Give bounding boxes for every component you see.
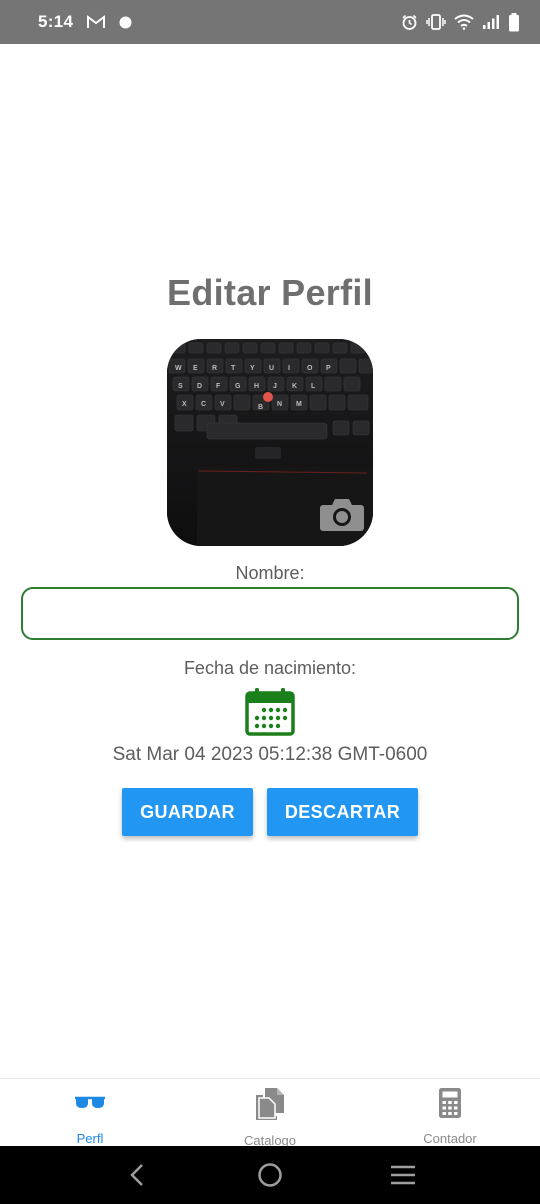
bottom-navigation: Perfl Catalogo Contador <box>0 1078 540 1148</box>
page-title: Editar Perfil <box>167 272 373 313</box>
nav-label-contador: Contador <box>423 1131 477 1146</box>
svg-text:M: M <box>296 401 302 408</box>
birth-date-label: Fecha de nacimiento: <box>183 658 357 678</box>
svg-text:X: X <box>182 401 187 408</box>
status-left: 5:14 <box>38 12 132 32</box>
calendar-icon[interactable] <box>245 688 295 736</box>
system-navigation-bar <box>0 1146 540 1204</box>
vibrate-icon <box>426 14 446 30</box>
discard-button[interactable]: DESCARTAR <box>267 788 418 836</box>
nav-item-contador[interactable]: Contador <box>360 1079 540 1146</box>
back-button[interactable] <box>117 1155 157 1195</box>
notification-dot-icon <box>119 16 132 28</box>
profile-avatar[interactable]: W E R T Y U I O P S D F G H J K L X C V B N M <box>167 339 373 546</box>
nav-item-catalogo[interactable]: Catalogo <box>180 1079 360 1148</box>
name-label: Nombre: <box>235 563 305 583</box>
svg-text:G: G <box>235 383 241 390</box>
name-input[interactable] <box>21 587 519 640</box>
svg-text:W: W <box>175 365 182 372</box>
nav-icon-wrapper <box>74 1087 106 1119</box>
battery-icon <box>509 12 519 31</box>
birth-date-value: Sat Mar 04 2023 05:12:38 GMT-0600 <box>112 744 428 765</box>
status-time: 5:14 <box>38 12 74 31</box>
svg-text:K: K <box>292 383 297 390</box>
svg-text:J: J <box>273 383 277 390</box>
svg-text:P: P <box>326 365 331 372</box>
alarm-icon <box>402 14 417 30</box>
svg-text:T: T <box>231 365 236 372</box>
nav-label-perfil: Perfl <box>76 1131 104 1146</box>
calculator-icon <box>439 1088 461 1118</box>
status-right <box>401 12 520 32</box>
recents-button[interactable] <box>383 1155 423 1195</box>
wifi-icon <box>454 14 474 30</box>
svg-text:F: F <box>216 383 221 390</box>
save-button[interactable]: GUARDAR <box>122 788 253 836</box>
svg-text:I: I <box>288 365 290 372</box>
svg-text:V: V <box>220 401 225 408</box>
camera-icon[interactable] <box>319 496 365 532</box>
nav-item-perfil[interactable]: Perfl <box>0 1079 180 1146</box>
svg-text:L: L <box>311 383 316 390</box>
home-circle-icon <box>258 1163 282 1187</box>
screen: 5:14 Editar Perfil W E R T Y U I O P S D… <box>0 0 540 1204</box>
documents-icon <box>256 1088 284 1120</box>
svg-text:R: R <box>212 365 217 372</box>
svg-text:Y: Y <box>250 365 255 372</box>
svg-text:U: U <box>269 365 274 372</box>
gmail-icon <box>87 15 106 28</box>
sunglasses-icon <box>75 1096 105 1108</box>
svg-text:E: E <box>193 365 198 372</box>
svg-text:S: S <box>178 383 183 390</box>
svg-text:C: C <box>201 401 206 408</box>
signal-icon <box>483 15 499 29</box>
svg-text:H: H <box>254 383 259 390</box>
svg-text:B: B <box>258 404 263 411</box>
svg-text:N: N <box>277 401 282 408</box>
nav-icon-wrapper <box>255 1087 285 1121</box>
svg-text:D: D <box>197 383 202 390</box>
menu-lines-icon <box>391 1165 416 1185</box>
status-bar: 5:14 <box>0 0 540 44</box>
back-icon <box>129 1164 143 1186</box>
nav-icon-wrapper <box>438 1087 462 1119</box>
home-button[interactable] <box>250 1155 290 1195</box>
svg-text:O: O <box>307 365 313 372</box>
